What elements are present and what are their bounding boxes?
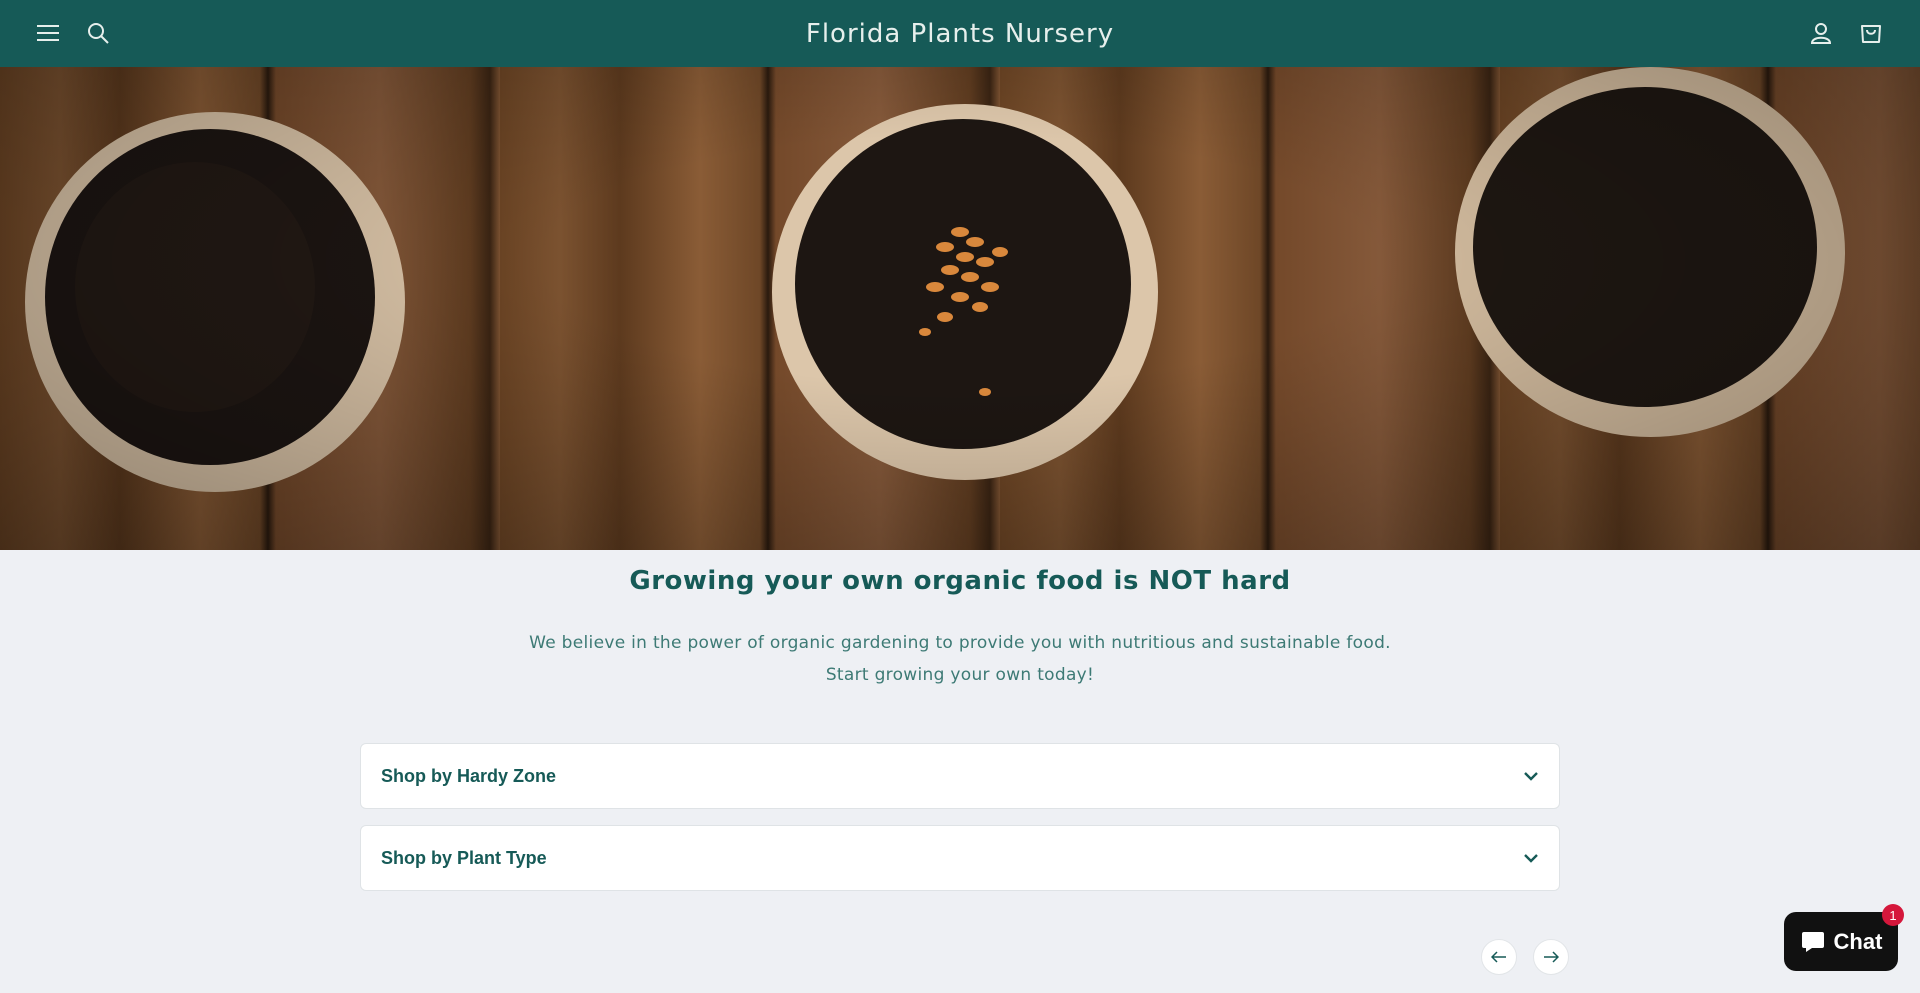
accordion-label: Shop by Plant Type (381, 847, 547, 868)
hero-image (0, 67, 1920, 550)
description-line-2: Start growing your own today! (825, 665, 1095, 685)
accordion-label: Shop by Hardy Zone (381, 765, 557, 786)
accordion-plant-type[interactable]: Shop by Plant Type (360, 825, 1560, 891)
search-button[interactable] (78, 13, 118, 53)
arrow-right-icon (1544, 951, 1559, 963)
cart-icon (1861, 25, 1881, 43)
arrow-left-icon (1491, 951, 1506, 963)
section-heading: Growing your own organic food is NOT har… (629, 566, 1291, 596)
menu-icon (37, 25, 59, 41)
chat-unread-badge: 1 (1882, 904, 1904, 926)
account-button[interactable] (1801, 13, 1841, 53)
chevron-down-icon (1524, 772, 1538, 781)
chat-bubble-icon (1801, 931, 1824, 952)
chat-label: Chat (1833, 928, 1883, 954)
site-header: Florida Plants Nursery (0, 0, 1920, 67)
search-icon (88, 23, 109, 44)
description-line-1: We believe in the power of organic garde… (529, 633, 1391, 653)
slider-next-button[interactable] (1533, 939, 1569, 975)
section-description: We believe in the power of organic garde… (0, 627, 1920, 691)
cart-button[interactable] (1851, 13, 1891, 53)
slider-prev-button[interactable] (1481, 939, 1517, 975)
account-icon (1810, 23, 1832, 44)
accordion-hardy-zone[interactable]: Shop by Hardy Zone (360, 743, 1560, 809)
menu-button[interactable] (28, 13, 68, 53)
hero-shade (0, 67, 1920, 550)
chevron-down-icon (1524, 854, 1538, 863)
chat-button[interactable]: Chat (1784, 912, 1898, 971)
site-title[interactable]: Florida Plants Nursery (806, 19, 1114, 49)
